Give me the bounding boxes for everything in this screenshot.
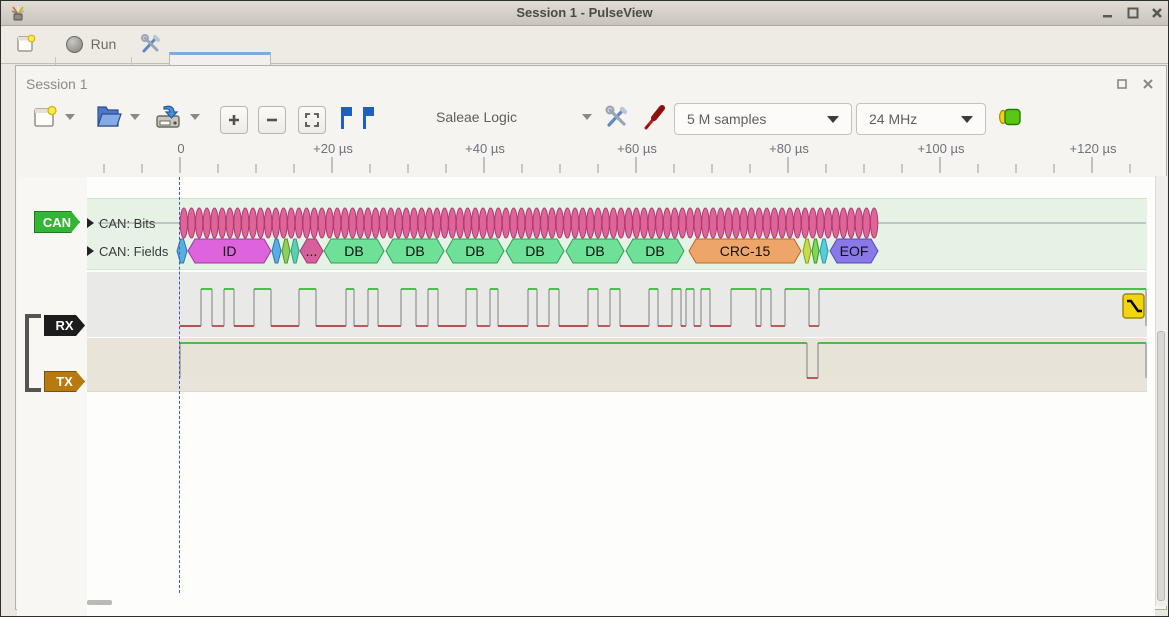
window-title: Session 1 - PulseView [1, 5, 1168, 20]
new-view-icon [32, 104, 58, 130]
session-dock: Session 1 [15, 65, 1167, 610]
maximize-button[interactable] [1126, 6, 1140, 20]
ruler-major-label: +40 µs [465, 141, 505, 156]
device-dropdown-icon[interactable] [582, 114, 592, 120]
ruler-major-label: +80 µs [769, 141, 809, 156]
ruler-major-label: 0 [177, 141, 184, 156]
sample-count-combobox[interactable]: 5 M samples [674, 103, 852, 135]
tx-band [87, 338, 1147, 392]
vertical-scrollbar-thumb[interactable] [1157, 331, 1165, 601]
zoom-in-button[interactable] [220, 106, 248, 134]
zoom-out-button[interactable] [258, 106, 286, 134]
ruler-major-label: +120 µs [1070, 141, 1117, 156]
trace-header-panel [17, 177, 87, 617]
decoder-row-bits-label[interactable]: CAN: Bits [99, 216, 155, 231]
new-view-button[interactable] [32, 104, 58, 135]
configure-device-button[interactable] [604, 104, 630, 135]
session-dock-title: Session 1 [26, 76, 87, 92]
vertical-scrollbar[interactable] [1155, 176, 1167, 606]
show-cursors-button[interactable] [338, 105, 380, 136]
decoder-tag-can[interactable]: CAN [34, 211, 80, 233]
expander-icon-bits[interactable] [87, 218, 94, 228]
channels-probe-button[interactable] [642, 104, 670, 137]
rx-band [87, 272, 1147, 337]
pulseview-window: Session 1 - PulseView Run [0, 0, 1169, 617]
time-cursor[interactable] [179, 177, 180, 593]
horizontal-scrollbar-thumb[interactable] [87, 600, 112, 605]
configure-icon [604, 104, 630, 130]
dock-restore-icon[interactable] [1116, 78, 1128, 90]
decoder-row-fields-label[interactable]: CAN: Fields [99, 244, 168, 259]
expander-icon-fields[interactable] [87, 246, 94, 256]
ruler-major-label: +20 µs [313, 141, 353, 156]
zoom-in-icon [226, 112, 242, 128]
dock-close-icon[interactable] [1142, 78, 1154, 90]
zoom-fit-button[interactable] [298, 106, 326, 134]
save-icon [154, 103, 182, 131]
zoom-fit-icon [304, 112, 320, 128]
save-button[interactable] [154, 103, 182, 136]
run-state-icon [66, 36, 83, 53]
probe-icon [642, 104, 670, 132]
open-button[interactable] [94, 103, 122, 136]
title-bar[interactable]: Session 1 - PulseView [1, 1, 1168, 26]
chevron-down-icon [961, 116, 973, 123]
session-toolbar: Saleae Logic 5 M samples [16, 99, 1166, 139]
decoder-band [87, 198, 1147, 270]
close-button[interactable] [1150, 6, 1164, 20]
run-button-label: Run [91, 36, 117, 52]
cursors-icon [338, 105, 380, 131]
device-selector[interactable]: Saleae Logic [436, 109, 546, 127]
ruler-major-label: +60 µs [617, 141, 657, 156]
save-dropdown-icon[interactable] [190, 114, 200, 120]
run-button[interactable]: Run [59, 28, 123, 60]
new-session-icon [16, 34, 36, 54]
signal-group-bracket[interactable] [25, 314, 41, 392]
zoom-out-icon [264, 112, 280, 128]
ruler-major-label: +100 µs [918, 141, 965, 156]
new-session-button[interactable] [9, 28, 43, 60]
minimize-button[interactable] [1101, 6, 1115, 20]
new-view-dropdown-icon[interactable] [65, 114, 75, 120]
tools-icon [140, 33, 162, 55]
channels-button[interactable] [998, 108, 1024, 131]
open-folder-icon [94, 103, 122, 131]
sample-rate-value: 24 MHz [869, 111, 917, 127]
chevron-down-icon [827, 116, 839, 123]
sample-rate-combobox[interactable]: 24 MHz [856, 103, 986, 135]
settings-button[interactable] [135, 28, 167, 60]
channels-icon [998, 108, 1024, 126]
main-toolbar: Run Session 1 × [1, 26, 1168, 64]
open-dropdown-icon[interactable] [130, 114, 140, 120]
device-label: Saleae Logic [436, 109, 517, 125]
sample-count-value: 5 M samples [687, 111, 766, 127]
